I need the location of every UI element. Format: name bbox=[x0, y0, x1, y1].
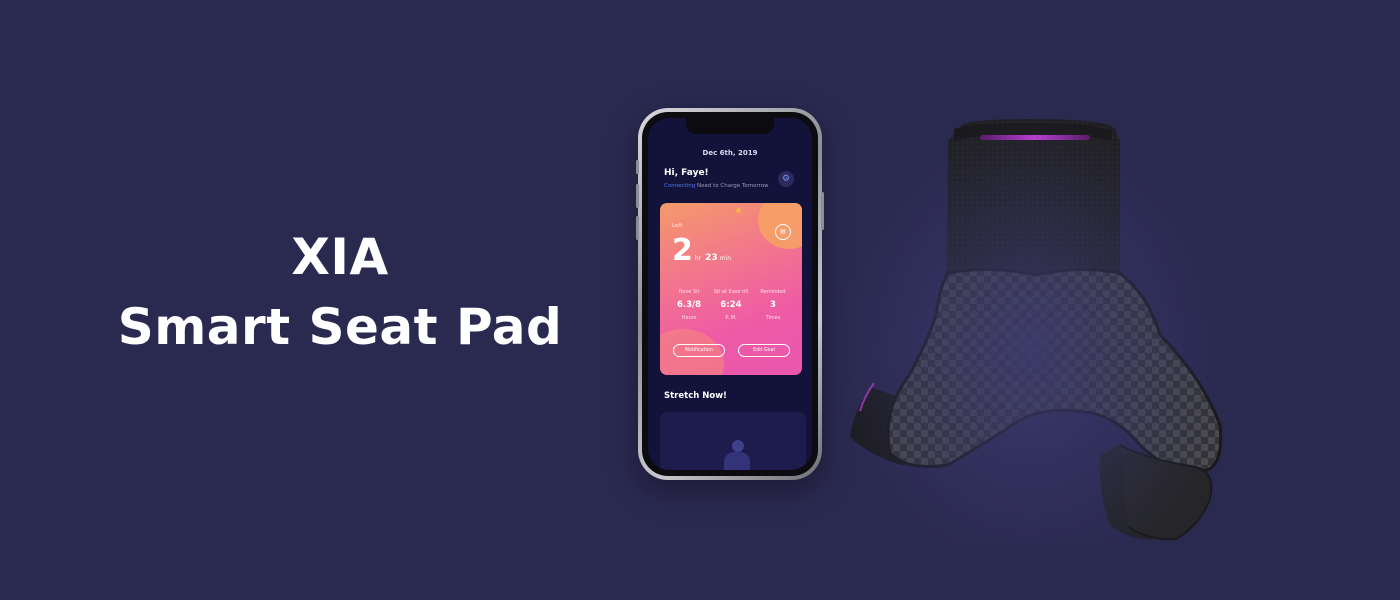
sitting-summary-card: Left ▤ 2 hr 23 min Have Sit 6.3/8 Hours Sit… bbox=[660, 203, 802, 375]
time-left-value: 2 hr 23 min bbox=[672, 233, 731, 268]
calendar-icon[interactable]: ▤ bbox=[775, 224, 791, 240]
stat-sit-at-ease: Sit at Ease till 6:24 P. M. bbox=[710, 289, 752, 321]
stat-label: Reminded bbox=[760, 289, 786, 295]
seat-pad-product-image bbox=[830, 115, 1230, 545]
date-label: Dec 6th, 2019 bbox=[702, 149, 758, 157]
phone-bezel: Dec 6th, 2019 Hi, Faye! Connecting Need … bbox=[642, 112, 818, 476]
phone-volume-up-button bbox=[636, 184, 639, 208]
card-decoration-dot bbox=[736, 208, 741, 213]
stretch-figure-illustration bbox=[724, 452, 750, 470]
hero-title-line1: XIA bbox=[291, 228, 389, 286]
greeting: Hi, Faye! bbox=[664, 168, 709, 178]
time-left-label: Left bbox=[672, 223, 683, 229]
stats-row: Have Sit 6.3/8 Hours Sit at Ease till 6:… bbox=[668, 289, 794, 321]
stretch-title: Stretch Now! bbox=[664, 391, 727, 401]
connecting-label: Connecting bbox=[664, 183, 696, 189]
hero-title-line2: Smart Seat Pad bbox=[117, 298, 563, 356]
stat-unit: P. M. bbox=[725, 315, 737, 321]
stat-have-sit: Have Sit 6.3/8 Hours bbox=[668, 289, 710, 321]
stat-unit: Times bbox=[765, 315, 781, 321]
stat-label: Sit at Ease till bbox=[713, 289, 749, 295]
stretch-figure-head bbox=[732, 440, 744, 452]
phone-mockup: Dec 6th, 2019 Hi, Faye! Connecting Need … bbox=[636, 108, 824, 480]
seat-pad-shadow bbox=[830, 115, 1230, 545]
notification-button[interactable]: Notification bbox=[673, 344, 725, 357]
phone-side-button bbox=[636, 160, 639, 174]
connection-status: Connecting Need to Charge Tomorrow bbox=[664, 183, 769, 189]
minutes-value: 23 bbox=[705, 253, 718, 263]
phone-power-button bbox=[821, 192, 824, 230]
hero-title: XIA Smart Seat Pad bbox=[60, 222, 620, 362]
stat-value: 3 bbox=[770, 300, 776, 310]
phone-volume-down-button bbox=[636, 216, 639, 240]
stat-reminded: Reminded 3 Times bbox=[752, 289, 794, 321]
phone-screen: Dec 6th, 2019 Hi, Faye! Connecting Need … bbox=[648, 118, 812, 470]
phone-notch bbox=[686, 118, 774, 134]
hours-unit: hr bbox=[694, 255, 702, 262]
stat-value: 6.3/8 bbox=[676, 300, 702, 310]
stat-value: 6:24 bbox=[720, 300, 742, 310]
minutes-unit: min bbox=[719, 255, 732, 262]
gear-icon[interactable]: ⚙ bbox=[778, 171, 794, 187]
stat-unit: Hours bbox=[681, 315, 697, 321]
stretch-card[interactable] bbox=[660, 412, 806, 470]
stat-label: Have Sit bbox=[678, 289, 700, 295]
charge-message: Need to Charge Tomorrow bbox=[697, 183, 769, 189]
edit-goal-button[interactable]: Edit Goal bbox=[738, 344, 790, 357]
hours-value: 2 bbox=[672, 233, 693, 268]
